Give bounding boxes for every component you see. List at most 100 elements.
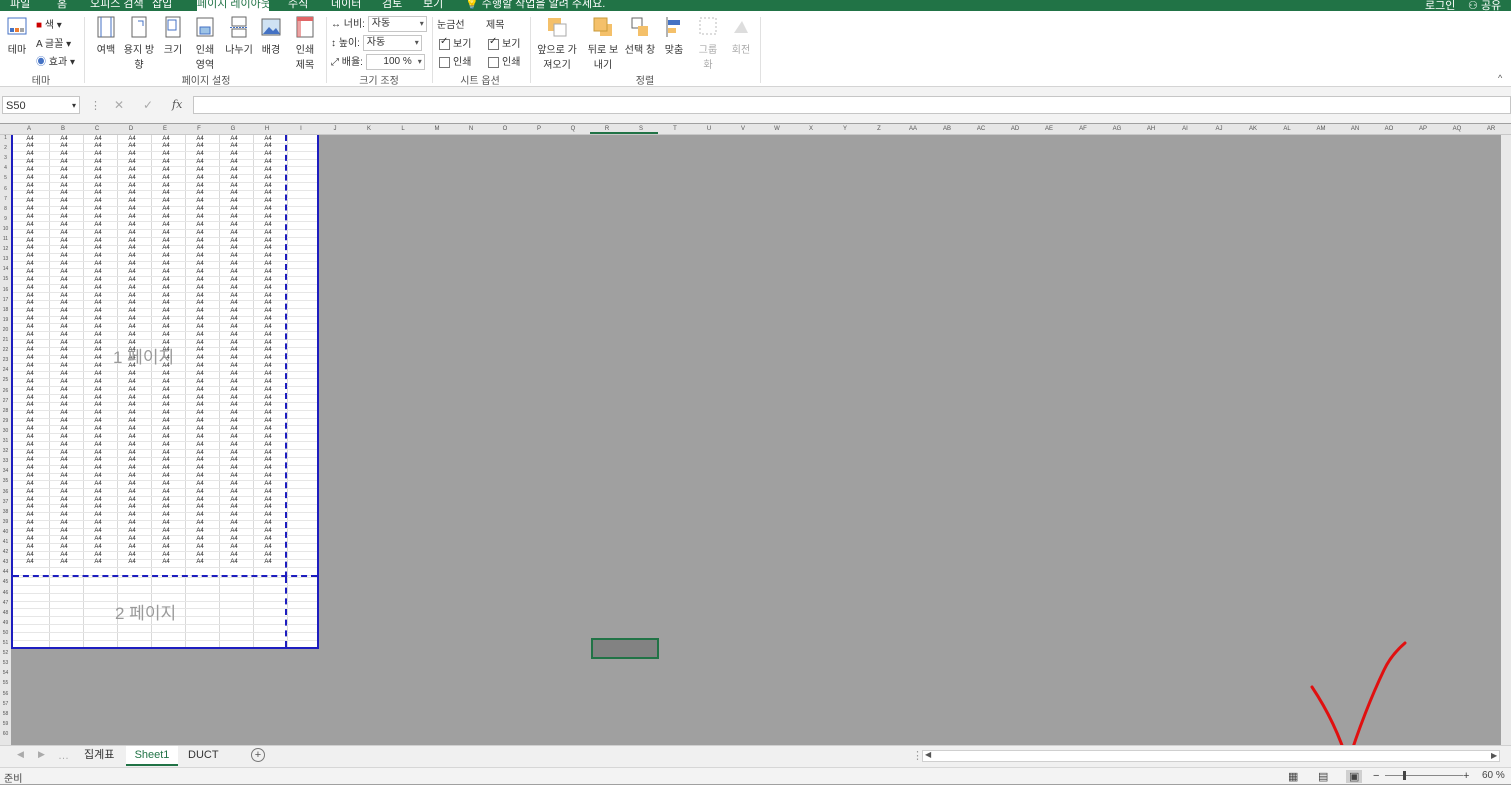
sheet-cell[interactable]: A4 xyxy=(81,269,115,275)
sheet-cell[interactable]: A4 xyxy=(251,347,285,353)
sheet-cell[interactable]: A4 xyxy=(115,183,149,189)
sheet-cell[interactable]: A4 xyxy=(115,238,149,244)
sheet-cell[interactable]: A4 xyxy=(183,324,217,330)
sheet-cell[interactable]: A4 xyxy=(115,395,149,401)
sheet-cell[interactable]: A4 xyxy=(47,347,81,353)
sheet-cell[interactable]: A4 xyxy=(217,504,251,510)
row-header[interactable]: 38 xyxy=(0,509,11,515)
sheet-cell[interactable]: A4 xyxy=(81,528,115,534)
sheet-cell[interactable]: A4 xyxy=(217,206,251,212)
sheet-cell[interactable]: A4 xyxy=(149,261,183,267)
row-header[interactable]: 18 xyxy=(0,307,11,313)
sheet-cell[interactable]: A4 xyxy=(251,175,285,181)
sheet-cell[interactable]: A4 xyxy=(251,300,285,306)
sheet-cell[interactable]: A4 xyxy=(183,206,217,212)
sheet-cell[interactable]: A4 xyxy=(115,418,149,424)
sheet-cell[interactable]: A4 xyxy=(251,245,285,251)
sheet-cell[interactable]: A4 xyxy=(13,347,47,353)
sheet-cell[interactable]: A4 xyxy=(13,473,47,479)
sheet-cell[interactable]: A4 xyxy=(149,308,183,314)
sheet-cell[interactable]: A4 xyxy=(149,497,183,503)
sheet-cell[interactable]: A4 xyxy=(13,151,47,157)
sheet-cell[interactable]: A4 xyxy=(115,536,149,542)
column-header[interactable]: K xyxy=(352,124,386,134)
row-header[interactable]: 33 xyxy=(0,458,11,464)
sheet-cell[interactable]: A4 xyxy=(183,371,217,377)
sheet-cell[interactable]: A4 xyxy=(183,450,217,456)
sheet-cell[interactable]: A4 xyxy=(149,450,183,456)
sheet-cell[interactable]: A4 xyxy=(13,497,47,503)
zoom-out-icon[interactable]: − xyxy=(1373,770,1379,782)
sheet-cell[interactable]: A4 xyxy=(183,316,217,322)
sheet-cell[interactable]: A4 xyxy=(47,465,81,471)
sheet-cell[interactable]: A4 xyxy=(217,175,251,181)
sheet-cell[interactable]: A4 xyxy=(183,198,217,204)
column-header[interactable]: AR xyxy=(1474,124,1508,134)
sheet-cell[interactable]: A4 xyxy=(251,536,285,542)
sheet-cell[interactable]: A4 xyxy=(251,324,285,330)
sheet-cell[interactable]: A4 xyxy=(81,175,115,181)
sheet-cell[interactable]: A4 xyxy=(81,395,115,401)
align-button[interactable]: 맞춤 xyxy=(661,15,687,56)
sheet-cell[interactable]: A4 xyxy=(81,300,115,306)
sheet-cell[interactable]: A4 xyxy=(115,465,149,471)
row-header[interactable]: 45 xyxy=(0,579,11,585)
sheet-cell[interactable]: A4 xyxy=(183,418,217,424)
sheet-cell[interactable]: A4 xyxy=(115,277,149,283)
sheet-cell[interactable]: A4 xyxy=(183,402,217,408)
sheet-cell[interactable]: A4 xyxy=(149,387,183,393)
sheet-cell[interactable]: A4 xyxy=(47,481,81,487)
sheet-cell[interactable]: A4 xyxy=(115,198,149,204)
sheet-cell[interactable]: A4 xyxy=(47,151,81,157)
sheet-cell[interactable]: A4 xyxy=(115,434,149,440)
sheet-cell[interactable]: A4 xyxy=(217,293,251,299)
sheet-cell[interactable]: A4 xyxy=(81,402,115,408)
sheet-cell[interactable]: A4 xyxy=(149,473,183,479)
sheet-cell[interactable]: A4 xyxy=(149,190,183,196)
sheet-cell[interactable]: A4 xyxy=(251,261,285,267)
sheet-cell[interactable]: A4 xyxy=(217,536,251,542)
sheet-cell[interactable]: A4 xyxy=(217,151,251,157)
sheet-cell[interactable]: A4 xyxy=(251,379,285,385)
sheet-cell[interactable]: A4 xyxy=(251,434,285,440)
sheet-cell[interactable]: A4 xyxy=(81,167,115,173)
sheet-cell[interactable]: A4 xyxy=(115,481,149,487)
page-break-preview-icon[interactable]: ▣ xyxy=(1346,770,1363,783)
sheet-cell[interactable]: A4 xyxy=(217,308,251,314)
page-break-vertical[interactable] xyxy=(285,577,287,647)
sheet-cell[interactable]: A4 xyxy=(81,504,115,510)
sheet-cell[interactable]: A4 xyxy=(183,175,217,181)
column-header[interactable]: X xyxy=(794,124,828,134)
sheet-cell[interactable]: A4 xyxy=(251,552,285,558)
sheet-cell[interactable]: A4 xyxy=(13,450,47,456)
row-header[interactable]: 44 xyxy=(0,569,11,575)
sheet-cell[interactable]: A4 xyxy=(217,363,251,369)
theme-colors-button[interactable]: ■ 색 ▾ xyxy=(36,16,62,31)
themes-button[interactable]: 테마 xyxy=(4,15,30,56)
sheet-cell[interactable]: A4 xyxy=(81,355,115,361)
sheet-cell[interactable]: A4 xyxy=(47,332,81,338)
sheet-cell[interactable]: A4 xyxy=(47,159,81,165)
row-header[interactable]: 29 xyxy=(0,418,11,424)
sheet-cell[interactable]: A4 xyxy=(81,277,115,283)
more-sheets-icon[interactable]: … xyxy=(58,750,69,762)
sheet-cell[interactable]: A4 xyxy=(115,136,149,142)
sheet-cell[interactable]: A4 xyxy=(115,308,149,314)
sheet-cell[interactable]: A4 xyxy=(183,293,217,299)
sheet-cell[interactable]: A4 xyxy=(149,269,183,275)
sheet-cell[interactable]: A4 xyxy=(149,379,183,385)
sheet-cell[interactable]: A4 xyxy=(217,528,251,534)
sheet-cell[interactable]: A4 xyxy=(13,300,47,306)
sheet-cell[interactable]: A4 xyxy=(81,293,115,299)
sheet-cell[interactable]: A4 xyxy=(47,489,81,495)
row-header[interactable]: 19 xyxy=(0,317,11,323)
row-header[interactable]: 24 xyxy=(0,367,11,373)
sheet-cell[interactable]: A4 xyxy=(13,285,47,291)
page-layout-view-icon[interactable]: ▤ xyxy=(1318,770,1328,783)
sheet-cell[interactable]: A4 xyxy=(115,544,149,550)
sheet-cell[interactable]: A4 xyxy=(149,418,183,424)
sheet-cell[interactable]: A4 xyxy=(217,434,251,440)
tab-insert[interactable]: 삽입 xyxy=(152,0,172,11)
sheet-cell[interactable]: A4 xyxy=(251,143,285,149)
sheet-cell[interactable]: A4 xyxy=(149,457,183,463)
